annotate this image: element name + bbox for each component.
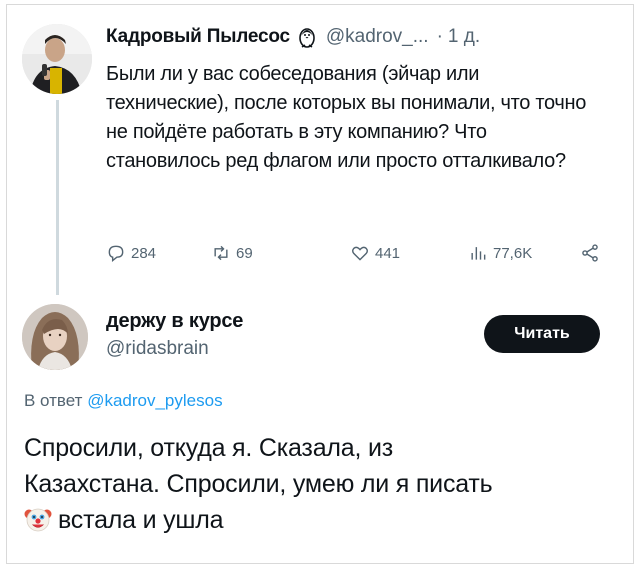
reply-author-avatar-image (22, 304, 88, 370)
views-icon (471, 247, 486, 260)
author-avatar-image (22, 24, 92, 94)
reply-text-line-3-wrap: встала и ушла (24, 502, 624, 538)
like-icon (352, 246, 368, 261)
follow-button[interactable]: Читать (484, 315, 600, 353)
reply-icon (108, 245, 124, 262)
reply-context: В ответ @kadrov_pylesos (24, 391, 223, 411)
penguin-icon (296, 26, 318, 48)
like-count: 441 (375, 244, 401, 262)
author-avatar[interactable] (22, 24, 92, 94)
author-handle[interactable]: @kadrov_... (326, 26, 429, 48)
views-button[interactable]: 77,6K (468, 243, 532, 263)
like-button[interactable]: 441 (350, 243, 400, 263)
reply-author-avatar[interactable] (22, 304, 88, 370)
reply-text-line-1: Спросили, откуда я. Сказала, из (24, 434, 394, 462)
reply-text-line-3: встала и ушла (58, 506, 224, 534)
repost-icon (214, 245, 228, 261)
reply-text-line-2: Казахстана. Спросили, умею ли я писать (24, 470, 493, 498)
clown-face-icon (24, 505, 52, 533)
reply-button[interactable]: 284 (106, 243, 156, 263)
tweet-text: Были ли у вас собеседования (эйчар или т… (106, 63, 587, 172)
reply-author-handle[interactable]: @ridasbrain (106, 338, 209, 360)
thread-line (56, 100, 59, 295)
reply-prefix: В ответ (24, 391, 83, 410)
share-icon (582, 244, 598, 262)
separator-dot: · (436, 26, 443, 47)
tweet-actions: 284 69 441 77,6K (106, 243, 606, 267)
share-button[interactable] (580, 243, 605, 263)
reply-count: 284 (131, 244, 157, 262)
tweet-timestamp[interactable]: 1 д. (448, 26, 480, 48)
views-count: 77,6K (493, 244, 533, 262)
reply-mention-link[interactable]: @kadrov_pylesos (87, 391, 222, 410)
reply-text: Спросили, откуда я. Сказала, из Казахста… (24, 430, 624, 538)
reply-author-name[interactable]: держу в курсе (106, 310, 243, 333)
author-name[interactable]: Кадровый Пылесос (106, 26, 290, 48)
repost-count: 69 (236, 244, 253, 262)
repost-button[interactable]: 69 (211, 243, 253, 263)
tweet-header: Кадровый Пылесос @kadrov_... · 1 д. (106, 26, 480, 48)
